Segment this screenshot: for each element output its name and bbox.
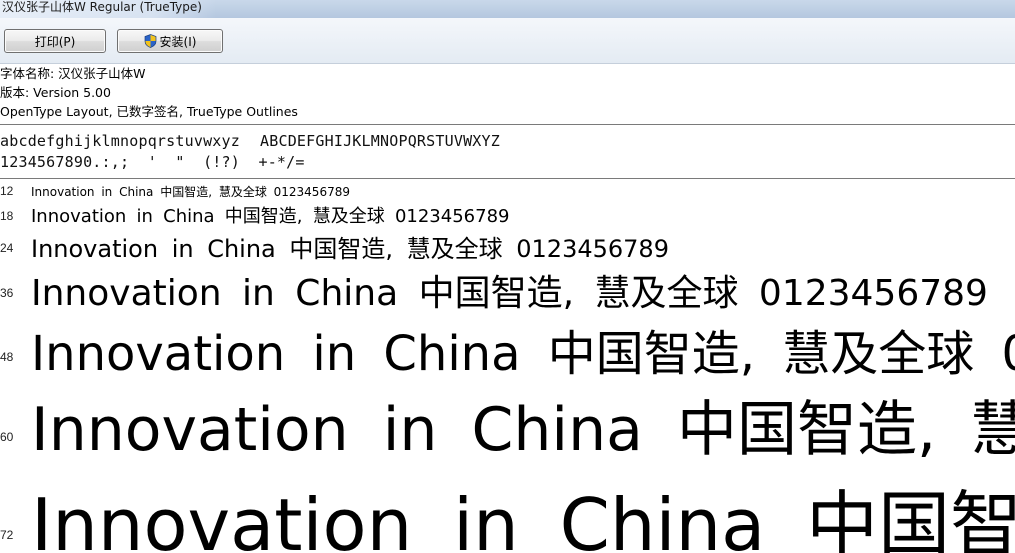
sample-row-18: 18 Innovation in China 中国智造, 慧及全球 012345…	[0, 200, 1015, 228]
font-info: 字体名称: 汉仪张子山体W 版本: Version 5.00 OpenType …	[0, 64, 298, 121]
sample-size-label: 18	[0, 209, 14, 223]
divider-bottom	[0, 178, 1015, 179]
print-button[interactable]: 打印(P)	[4, 29, 106, 53]
sample-row-36: 36 Innovation in China 中国智造, 慧及全球 012345…	[0, 263, 1015, 313]
sample-text: Innovation in China 中国智造, 慧及全球 012345678…	[31, 395, 1015, 464]
sample-size-label: 60	[0, 430, 14, 444]
sample-row-60: 60 Innovation in China 中国智造, 慧及全球 012345…	[0, 380, 1015, 464]
sample-size-label: 24	[0, 241, 14, 255]
sample-text: Innovation in China 中国智造, 慧及全球 012345678…	[31, 273, 988, 313]
sample-text: Innovation in China 中国智造, 慧及全球 012345678…	[31, 206, 510, 227]
sample-row-48: 48 Innovation in China 中国智造, 慧及全球 012345…	[0, 313, 1015, 380]
sample-size-label: 48	[0, 350, 14, 364]
divider-top	[0, 124, 1015, 125]
charset-digits-symbols: 1234567890.:,; ' " (!?) +-*/=	[0, 153, 305, 171]
font-version: 版本: Version 5.00	[0, 85, 111, 100]
sample-text: Innovation in China 中国智造, 慧及全球 012345678…	[31, 483, 1015, 553]
install-button[interactable]: 安装(I)	[117, 29, 223, 53]
sample-text: Innovation in China 中国智造, 慧及全球 012345678…	[31, 326, 1015, 380]
sample-size-label: 12	[0, 184, 14, 198]
font-name: 字体名称: 汉仪张子山体W	[0, 66, 146, 81]
sample-row-72: 72 Innovation in China 中国智造, 慧及全球 012345…	[0, 464, 1015, 553]
charset-uppercase: ABCDEFGHIJKLMNOPQRSTUVWXYZ	[260, 132, 500, 150]
character-set: abcdefghijklmnopqrstuvwxyz ABCDEFGHIJKLMN…	[0, 131, 500, 173]
sample-size-label: 36	[0, 286, 14, 300]
toolbar: 打印(P) 安装(I)	[0, 18, 1015, 64]
charset-lowercase: abcdefghijklmnopqrstuvwxyz	[0, 132, 240, 150]
install-button-label: 安装(I)	[159, 35, 197, 49]
sample-row-24: 24 Innovation in China 中国智造, 慧及全球 012345…	[0, 228, 1015, 263]
sample-row-12: 12 Innovation in China 中国智造, 慧及全球 012345…	[0, 181, 1015, 200]
sample-size-label: 72	[0, 528, 14, 542]
sample-text: Innovation in China 中国智造, 慧及全球 012345678…	[31, 235, 669, 263]
sample-text: Innovation in China 中国智造, 慧及全球 012345678…	[31, 185, 350, 199]
uac-shield-icon	[144, 32, 157, 48]
window-title: 汉仪张子山体W Regular (TrueType)	[0, 0, 216, 18]
font-details: OpenType Layout, 已数字签名, TrueType Outline…	[0, 104, 298, 119]
title-bar: 汉仪张子山体W Regular (TrueType)	[0, 0, 1015, 18]
